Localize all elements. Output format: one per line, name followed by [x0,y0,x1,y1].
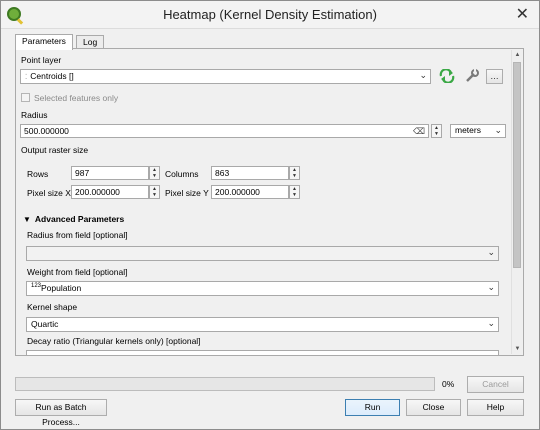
wrench-settings-icon[interactable] [464,68,480,84]
radius-unit-value: meters [455,125,481,135]
chevron-down-icon: ⌄ [487,247,495,257]
point-layer-label: Point layer [21,55,62,65]
radius-input[interactable]: 500.000000 ⌫ [20,124,429,138]
decay-ratio-input[interactable] [26,350,499,355]
columns-spinner[interactable]: ▲ ▼ [289,166,300,180]
pixel-size-y-label: Pixel size Y [165,188,209,198]
chevron-down-icon: ⌄ [487,318,495,328]
scroll-up-icon[interactable]: ▲ [512,50,523,60]
columns-label: Columns [165,169,199,179]
cancel-button[interactable]: Cancel [467,376,524,393]
run-button[interactable]: Run [345,399,400,416]
browse-layer-button[interactable]: … [486,69,503,84]
kernel-shape-value: Quartic [31,319,59,329]
progress-percent: 0% [442,379,455,389]
kernel-shape-combo[interactable]: Quartic ⌄ [26,317,499,332]
scroll-down-icon[interactable]: ▼ [512,344,523,354]
pixel-size-y-input[interactable]: 200.000000 [211,185,289,199]
parameters-panel: Point layer ⁚ Centroids [] ⌄ … Selected f… [15,48,524,356]
collapse-triangle-icon: ▼ [23,215,31,224]
chevron-down-icon: ⌄ [419,70,427,80]
pixel-size-x-input[interactable]: 200.000000 [71,185,149,199]
radius-spinner[interactable]: ▲ ▼ [431,124,442,138]
close-button[interactable]: Close [406,399,461,416]
progress-bar [15,377,435,391]
point-layer-combo[interactable]: ⁚ Centroids [] ⌄ [20,69,431,84]
kernel-shape-label: Kernel shape [27,302,78,312]
radius-value: 500.000000 [24,126,69,136]
advanced-parameters-title: Advanced Parameters [34,214,125,224]
close-window-icon[interactable]: ✕ [516,4,529,24]
chevron-down-icon: ⌄ [494,125,502,135]
radius-field-label: Radius from field [optional] [27,230,128,240]
weight-field-value: Population [41,283,82,293]
numeric-field-icon: 123 [31,283,42,289]
columns-input[interactable]: 863 [211,166,289,180]
output-raster-size-label: Output raster size [21,145,89,155]
weight-field-label: Weight from field [optional] [27,267,128,277]
pixel-size-x-spinner[interactable]: ▲ ▼ [149,185,160,199]
point-layer-type-icon: ⁚ [25,74,28,81]
pixel-size-y-spinner[interactable]: ▲ ▼ [289,185,300,199]
help-button[interactable]: Help [467,399,524,416]
chevron-down-icon: ⌄ [487,282,495,292]
radius-unit-combo[interactable]: meters ⌄ [450,124,506,138]
radius-field-combo[interactable]: ⌄ [26,246,499,261]
rows-spinner[interactable]: ▲ ▼ [149,166,160,180]
advanced-parameters-header[interactable]: ▼ Advanced Parameters [23,214,124,224]
weight-field-combo[interactable]: 123Population ⌄ [26,281,499,296]
selected-features-label: Selected features only [34,93,119,103]
tab-log[interactable]: Log [76,35,105,49]
run-as-batch-button[interactable]: Run as Batch Process... [15,399,107,427]
scroll-thumb[interactable] [513,62,521,268]
decay-ratio-label: Decay ratio (Triangular kernels only) [o… [27,336,201,346]
iterate-features-icon[interactable] [439,69,455,83]
panel-scrollbar[interactable]: ▲ ▼ [511,50,522,354]
selected-features-checkbox[interactable] [21,93,30,102]
clear-icon[interactable]: ⌫ [413,126,425,137]
window-title: Heatmap (Kernel Density Estimation) [163,7,377,22]
point-layer-value: Centroids [] [30,71,74,81]
radius-label: Radius [21,110,48,120]
pixel-size-x-label: Pixel size X [27,188,71,198]
tab-parameters[interactable]: Parameters [15,34,73,50]
rows-input[interactable]: 987 [71,166,149,180]
dialog-window: Heatmap (Kernel Density Estimation) ✕ Pa… [0,0,540,430]
title-bar[interactable]: Heatmap (Kernel Density Estimation) ✕ [1,1,539,29]
rows-label: Rows [27,169,49,179]
